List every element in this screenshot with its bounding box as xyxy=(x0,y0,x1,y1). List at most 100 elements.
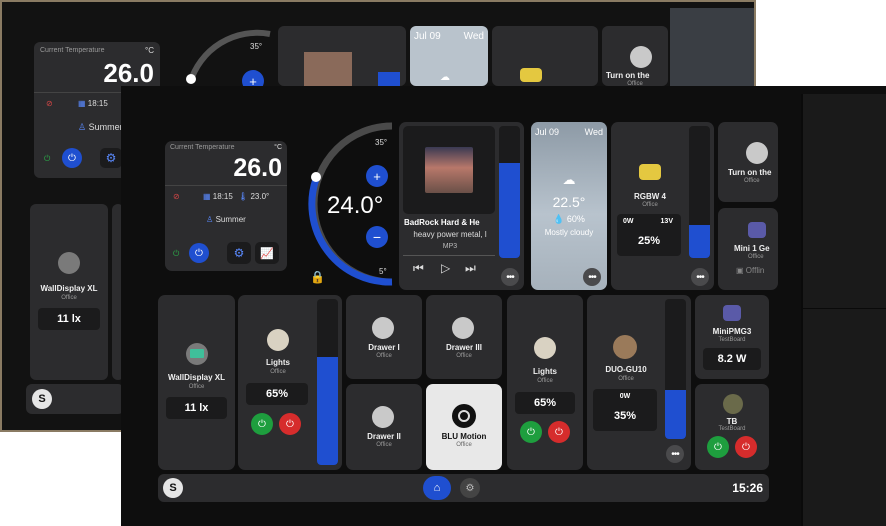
setpoint-min: 5° xyxy=(379,267,387,276)
rgbw-slider[interactable] xyxy=(689,126,710,258)
media-subtitle: heavy power metal, l xyxy=(413,230,487,239)
home-button[interactable]: ⌂ xyxy=(423,476,451,500)
lights-off-button[interactable]: ⏻ xyxy=(548,421,570,443)
increase-temp-button[interactable]: + xyxy=(366,165,388,187)
drawer-card-3[interactable]: Drawer III Office xyxy=(426,295,502,379)
drawer-icon xyxy=(372,406,394,428)
humidity-icon: 💧 xyxy=(553,214,565,224)
tb-card[interactable]: TB TestBoard ⏻ ⏻ xyxy=(695,384,769,470)
back-wall-value: 11 lx xyxy=(38,308,100,330)
drawer-icon xyxy=(452,317,474,339)
back-device-name: Turn on the xyxy=(606,71,650,80)
back-wall-display-card[interactable]: WallDisplay XL Office 11 lx xyxy=(30,204,108,380)
weather-day: Wed xyxy=(584,127,603,137)
side-panel xyxy=(801,94,886,526)
setpoint-value: 24.0° xyxy=(327,192,384,219)
lights-on-button[interactable]: ⏻ xyxy=(520,421,542,443)
decrease-temp-button[interactable]: − xyxy=(366,226,388,248)
back-weather-card: Jul 09 Wed ☁ xyxy=(410,26,488,86)
weather-card: Jul 09 Wed ☁ 22.5° 💧 60% Mostly cloudy •… xyxy=(531,122,607,290)
home-icon: ⌂ xyxy=(433,482,441,494)
tb-icon xyxy=(723,394,743,414)
rgbw-room: Office xyxy=(642,202,658,208)
album-art xyxy=(425,147,473,193)
back-power-button[interactable]: ⏻ xyxy=(62,148,82,168)
duo-slider[interactable] xyxy=(665,299,686,439)
mini-pm-card[interactable]: MiniPMG3 TestBoard 8.2 W xyxy=(695,295,769,379)
back-heat-off-icon: ⊘ xyxy=(46,99,53,108)
back-time-value: 18:15 xyxy=(87,99,108,108)
back-wall-name: WallDisplay XL xyxy=(40,284,98,293)
media-more-button[interactable]: ••• xyxy=(501,268,519,286)
lock-icon[interactable]: 🔒 xyxy=(310,270,325,284)
duo-more-button[interactable]: ••• xyxy=(666,445,684,463)
lights-slider[interactable] xyxy=(317,299,338,465)
lights-on-button[interactable]: ⏻ xyxy=(251,413,273,435)
thermometer-icon: 🌡 xyxy=(238,192,249,201)
previous-track-icon[interactable]: ⏮ xyxy=(413,261,424,276)
power-status-icon: ⏻ xyxy=(173,249,180,258)
lights-icon xyxy=(267,329,289,351)
tb-on-button[interactable]: ⏻ xyxy=(707,436,729,458)
clock: 15:26 xyxy=(732,481,763,495)
back-temp-label: Current Temperature xyxy=(40,47,105,54)
back-shelly-logo-icon: S xyxy=(32,389,52,409)
offline-icon: ▣ xyxy=(736,266,744,275)
schedule-time: 18:15 xyxy=(212,192,233,201)
back-album-art xyxy=(304,52,352,86)
rgbw-voltage: 13V xyxy=(660,218,673,225)
back-media-card xyxy=(278,26,406,86)
drawer-icon xyxy=(372,317,394,339)
device-room: Office xyxy=(744,178,760,184)
drawer-room: Office xyxy=(456,353,472,359)
thermostat-mode: Summer xyxy=(215,215,246,224)
wall-display-value: 11 lx xyxy=(166,397,227,419)
drawer-card-1[interactable]: Drawer I Office xyxy=(346,295,422,379)
drawer-room: Office xyxy=(376,442,392,448)
back-device-icon xyxy=(630,46,652,68)
back-settings-button[interactable]: ⚙ xyxy=(100,148,122,168)
lights-name: Lights xyxy=(533,367,557,376)
wall-display-card[interactable]: WallDisplay XL Office 11 lx xyxy=(158,295,235,470)
person-icon: ♙ xyxy=(206,215,214,224)
next-track-icon[interactable]: ⏭ xyxy=(465,261,476,276)
lights-room: Office xyxy=(537,378,553,384)
wall-display-icon xyxy=(186,343,208,365)
settings-button[interactable]: ⚙ xyxy=(460,478,480,498)
main-screen: Current Temperature °C 26.0 ⊘ ▦ 18:15 🌡 … xyxy=(121,86,886,526)
tb-room: TestBoard xyxy=(718,426,746,432)
lights-card-2[interactable]: Lights Office 65% ⏻ ⏻ xyxy=(507,295,583,470)
lights-level: 65% xyxy=(246,383,308,405)
media-player-card: BadRock Hard & He heavy power metal, l M… xyxy=(399,122,524,290)
device-name: Turn on the xyxy=(728,168,772,177)
back-bottom-bar: S xyxy=(26,384,124,414)
drawer-card-2[interactable]: Drawer II Office xyxy=(346,384,422,470)
play-icon[interactable]: ▷ xyxy=(441,261,450,275)
blu-motion-card[interactable]: BLU Motion Office xyxy=(426,384,502,470)
thermostat-power-button[interactable]: ⏻ xyxy=(189,243,209,263)
wall-display-room: Office xyxy=(188,384,205,390)
device-card-turn-on[interactable]: Turn on the Office xyxy=(718,122,778,202)
back-rgbw-card xyxy=(492,26,598,86)
duo-room: Office xyxy=(618,376,634,382)
temp-label: Current Temperature xyxy=(170,144,235,151)
mini-pm-value: 8.2 W xyxy=(703,348,761,370)
thermostat-settings-button[interactable]: ⚙ xyxy=(227,242,251,264)
back-wall-display-icon xyxy=(58,252,80,274)
lights-off-button[interactable]: ⏻ xyxy=(279,413,301,435)
rgbw-more-button[interactable]: ••• xyxy=(691,268,709,286)
blu-motion-name: BLU Motion xyxy=(441,432,487,441)
tb-off-button[interactable]: ⏻ xyxy=(735,436,757,458)
gear-icon: ⚙ xyxy=(465,482,475,494)
volume-slider[interactable] xyxy=(499,126,520,258)
thermostat-chart-button[interactable]: 📈 xyxy=(255,242,279,264)
lights-card-1: Lights Office 65% ⏻ ⏻ xyxy=(238,295,342,470)
back-device-card: Turn on the Office xyxy=(602,26,668,87)
duo-icon xyxy=(613,335,637,359)
device-card-mini[interactable]: Mini 1 Ge Office ▣ Offlin xyxy=(718,208,778,290)
weather-more-button[interactable]: ••• xyxy=(583,268,601,286)
thermostat-card: Current Temperature °C 26.0 ⊘ ▦ 18:15 🌡 … xyxy=(165,141,287,271)
mini-pm-room: TestBoard xyxy=(718,337,746,343)
back-person-icon: ♙ xyxy=(78,122,87,132)
shelly-logo-icon[interactable]: S xyxy=(163,478,183,498)
